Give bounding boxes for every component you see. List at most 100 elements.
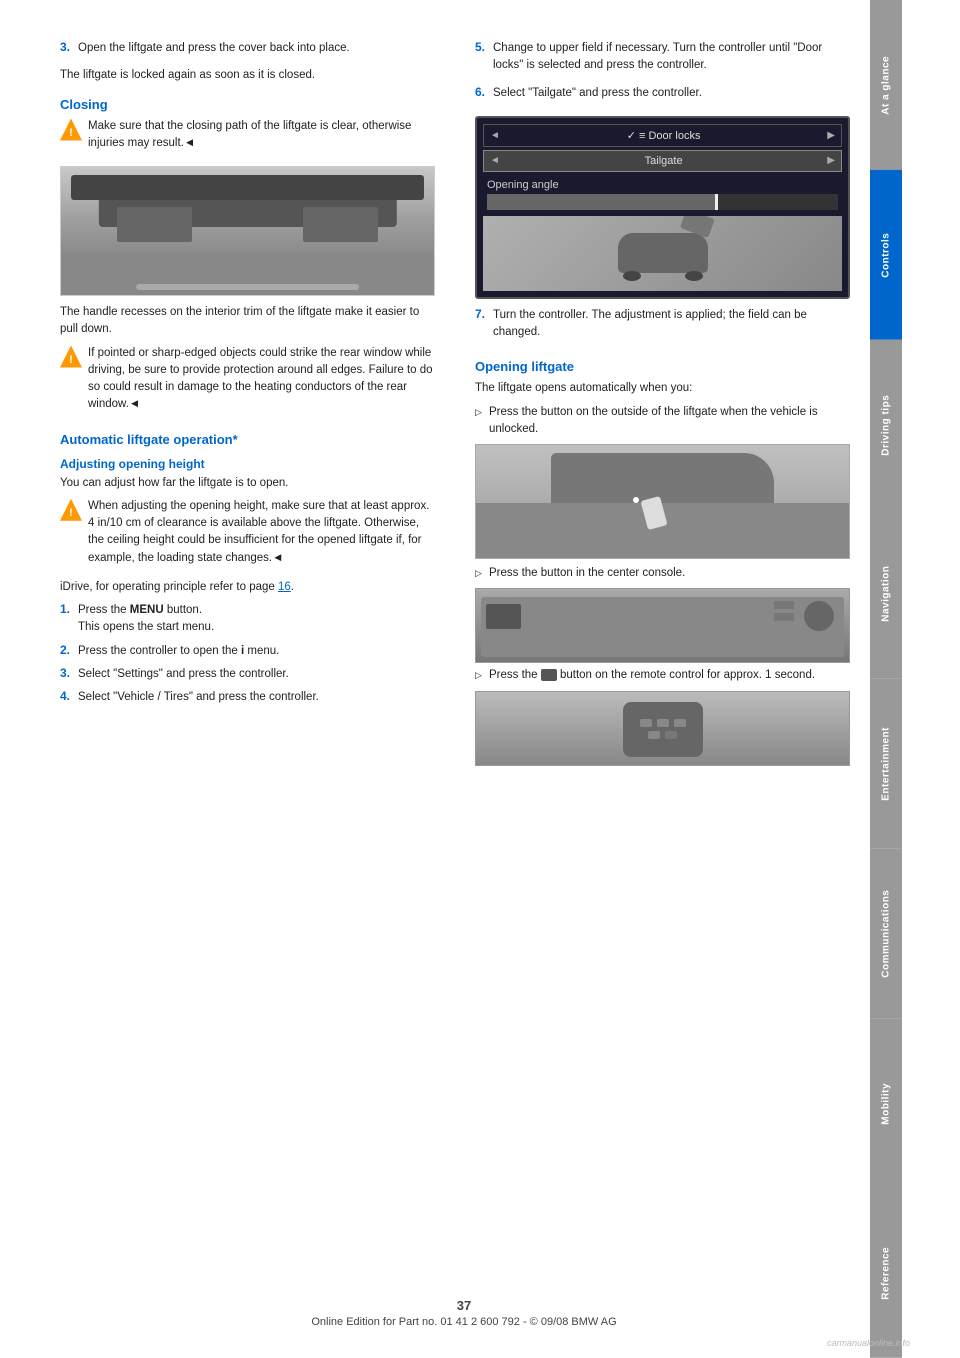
liftgate-caption-text: The handle recesses on the interior trim… [60,304,435,339]
step-5: 5. Change to upper field if necessary. T… [475,40,850,81]
step-6-text: Select "Tailgate" and press the controll… [493,85,702,102]
warning-icon-adjusting [60,499,82,521]
page-number: 37 [0,1298,928,1313]
sidebar-tab-reference[interactable]: Reference [870,1188,902,1358]
closing-warning-text: Make sure that the closing path of the l… [88,118,435,153]
footer-text: Online Edition for Part no. 01 41 2 600 … [0,1316,928,1328]
step-5-num: 5. [475,40,489,81]
remote-buttons-row2 [648,731,677,739]
arrow-item-2: Press the button in the center console. [475,565,850,582]
adjusting-warning-text: When adjusting the opening height, make … [88,498,435,567]
sidebar-tab-driving-tips[interactable]: Driving tips [870,340,902,510]
closing-heading: Closing [60,97,435,112]
after-step3-text: The liftgate is locked again as soon as … [60,67,435,84]
button-dot [633,497,639,503]
adjusting-intro-text: You can adjust how far the liftgate is t… [60,475,435,492]
step-6: 6. Select "Tailgate" and press the contr… [475,85,850,108]
screen-tailgate-label: Tailgate [645,155,683,167]
car-liftgate-open [679,216,714,239]
arrow-list: Press the button on the outside of the l… [475,404,850,439]
step-2: 2. Press the controller to open the i me… [60,643,435,666]
remote-btn-3 [674,719,686,727]
adjusting-heading: Adjusting opening height [60,457,435,471]
steps-list: 1. Press the MENU button. This opens the… [60,602,435,712]
opening-angle-fill [487,194,715,210]
menu-bold: MENU [130,604,164,616]
page-container: 3. Open the liftgate and press the cover… [0,0,960,1358]
sidebar-tab-communications[interactable]: Communications [870,849,902,1019]
screen-door-locks-label: ✓ ≡ Door locks [627,129,701,142]
screen-row-tailgate: ◄ Tailgate ▶ [483,150,842,172]
sidebar-label-driving-tips: Driving tips [881,394,892,455]
remote-btn-2 [657,719,669,727]
warning-icon-sharp [60,346,82,368]
sidebar-label-mobility: Mobility [881,1082,892,1124]
screen-row-door-locks: ◄ ✓ ≡ Door locks ▶ [483,124,842,147]
idrive-page-link[interactable]: 16 [278,581,291,593]
remote-control-image [475,691,850,766]
console-btn-1 [774,601,794,609]
opening-angle-bar [487,194,838,210]
sidebar-tab-entertainment[interactable]: Entertainment [870,679,902,849]
sidebar-tab-controls[interactable]: Controls [870,170,902,340]
auto-heading: Automatic liftgate operation* [60,432,435,447]
step-1: 1. Press the MENU button. This opens the… [60,602,435,643]
remote-btn-1 [640,719,652,727]
warning-icon-closing [60,119,82,141]
step-7: 7. Turn the controller. The adjustment i… [475,307,850,348]
step-1-num: 1. [60,602,74,643]
liftgate-open-image [475,444,850,559]
screen-car-image [483,216,842,291]
opening-angle-marker [715,194,718,210]
step-4-num: 4. [60,689,74,712]
liftgate-panel [551,453,775,503]
closing-warning-box: Make sure that the closing path of the l… [60,118,435,159]
left-column: 3. Open the liftgate and press the cover… [60,40,445,770]
car-wheel-right [685,271,703,281]
sidebar-label-communications: Communications [881,890,892,978]
center-console-image [475,588,850,663]
i-icon-text: i [241,645,244,657]
step-3b-num: 3. [60,666,74,689]
sidebar-label-reference: Reference [881,1247,892,1300]
watermark: carmanualonline.info [827,1338,910,1348]
main-content: 3. Open the liftgate and press the cover… [0,0,870,1358]
step-7-num: 7. [475,307,489,348]
step-2-text: Press the controller to open the i menu. [78,643,279,660]
arrow-list-2: Press the button in the center console. [475,565,850,582]
remote-btn-4 [648,731,660,739]
opening-angle-section: Opening angle [483,175,842,212]
step-3-number: 3. [60,40,74,63]
step-7-text: Turn the controller. The adjustment is a… [493,307,850,342]
remote-btn-5 [665,731,677,739]
sidebar-label-at-a-glance: At a glance [881,55,892,114]
step-1-text: Press the MENU button. This opens the st… [78,602,214,637]
screen-nav-right-2: ▶ [827,155,835,166]
step-5-text: Change to upper field if necessary. Turn… [493,40,850,75]
step-3-text: Open the liftgate and press the cover ba… [78,40,350,57]
sidebar-tab-navigation[interactable]: Navigation [870,509,902,679]
sidebar-tab-at-a-glance[interactable]: At a glance [870,0,902,170]
screen-nav-left-1: ◄ [490,130,500,141]
sidebar: At a glance Controls Driving tips Naviga… [870,0,902,1358]
console-btn-2 [774,613,794,621]
console-button-area [486,604,521,629]
step-2-num: 2. [60,643,74,666]
sidebar-label-controls: Controls [881,232,892,277]
sidebar-label-navigation: Navigation [881,566,892,622]
idrive-ref-text: iDrive, for operating principle refer to… [60,579,435,596]
opening-angle-label: Opening angle [487,179,838,191]
sidebar-tab-mobility[interactable]: Mobility [870,1019,902,1189]
opening-liftgate-intro: The liftgate opens automatically when yo… [475,380,850,397]
arrow-list-3: Press the button on the remote control f… [475,667,850,684]
car-body-shape [618,233,708,273]
car-wheel-left [623,271,641,281]
step-4: 4. Select "Vehicle / Tires" and press th… [60,689,435,712]
opening-liftgate-heading: Opening liftgate [475,359,850,374]
sharp-warning-box: If pointed or sharp-edged objects could … [60,345,435,420]
screen-nav-right-1: ▶ [827,130,835,141]
arrow-item-1: Press the button on the outside of the l… [475,404,850,439]
screen-ui-mockup: ◄ ✓ ≡ Door locks ▶ ◄ Tailgate ▶ Opening … [475,116,850,299]
step-3b: 3. Select "Settings" and press the contr… [60,666,435,689]
arrow-item-3: Press the button on the remote control f… [475,667,850,684]
